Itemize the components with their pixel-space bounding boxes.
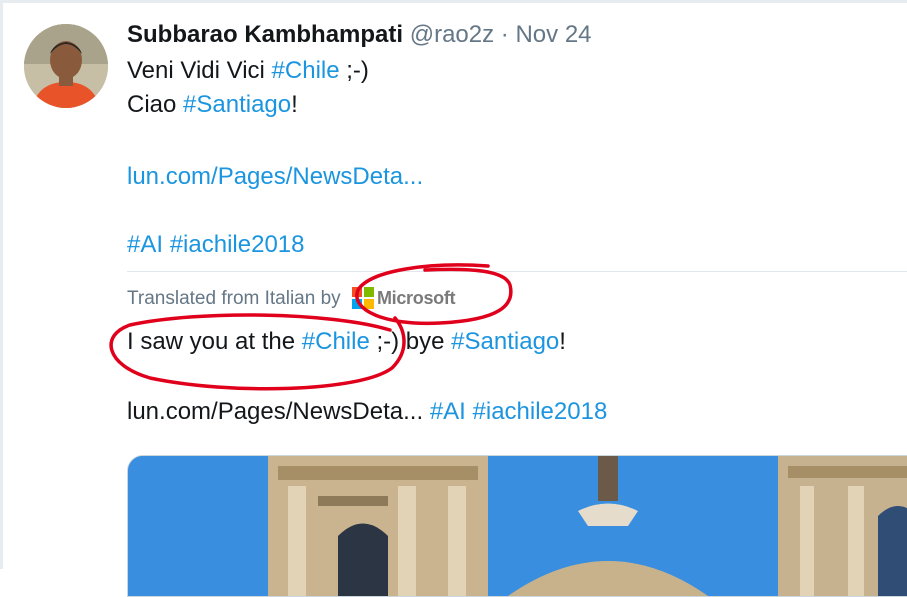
tweet-date[interactable]: Nov 24 — [515, 21, 591, 48]
tweet-link-line: lun.com/Pages/NewsDeta... — [127, 160, 423, 194]
translated-text-prefix: I saw you at the — [127, 328, 302, 355]
translated-line-2: lun.com/Pages/NewsDeta... #AI #iachile20… — [127, 395, 607, 429]
translated-hashtag-santiago[interactable]: #Santiago — [451, 328, 559, 355]
tweet-hashtags-line: #AI #iachile2018 — [127, 228, 304, 262]
translated-hashtag-iachile2018[interactable]: #iachile2018 — [473, 398, 608, 425]
tweet-header: Subbarao Kambhampati @rao2z · Nov 24 — [127, 18, 902, 52]
avatar[interactable] — [24, 24, 108, 108]
tweet-media-image[interactable] — [127, 455, 907, 597]
translation-provider[interactable]: Microsoft — [377, 288, 456, 308]
tweet-line-1-suffix: ;-) — [339, 57, 369, 84]
tweet-link[interactable]: lun.com/Pages/NewsDeta... — [127, 163, 423, 190]
tweet-line-2: Ciao #Santiago! — [127, 88, 298, 122]
tweet-line-2-suffix: ! — [291, 91, 298, 118]
translated-line-1: I saw you at the #Chile ;-) bye #Santiag… — [127, 325, 566, 359]
hashtag-ai[interactable]: #AI — [127, 231, 163, 258]
translated-link[interactable]: lun.com/Pages/NewsDeta... — [127, 398, 423, 425]
translated-text-suffix: ! — [559, 328, 566, 355]
translation-label: Translated from Italian by — [127, 288, 341, 309]
translated-text-middle: ;-) bye — [369, 328, 452, 355]
hashtag-santiago[interactable]: #Santiago — [183, 91, 291, 118]
tweet-line-1-text: Veni Vidi Vici — [127, 57, 272, 84]
tweet-line-2-text: Ciao — [127, 91, 184, 118]
left-border — [0, 0, 3, 569]
author-name[interactable]: Subbarao Kambhampati — [127, 21, 403, 48]
top-border — [0, 0, 907, 3]
separator-dot: · — [500, 21, 509, 48]
translation-divider — [127, 271, 907, 272]
microsoft-logo-icon[interactable] — [351, 287, 374, 317]
translated-hashtag-ai[interactable]: #AI — [430, 398, 466, 425]
translated-hashtag-chile[interactable]: #Chile — [302, 328, 370, 355]
translation-attribution: Translated from Italian by Microsoft — [127, 285, 456, 317]
hashtag-iachile2018[interactable]: #iachile2018 — [170, 231, 305, 258]
hashtag-chile[interactable]: #Chile — [272, 57, 340, 84]
translated-body: I saw you at the #Chile ;-) bye #Santiag… — [127, 325, 607, 425]
author-handle[interactable]: @rao2z — [410, 21, 494, 48]
tweet-line-1: Veni Vidi Vici #Chile ;-) — [127, 54, 369, 88]
